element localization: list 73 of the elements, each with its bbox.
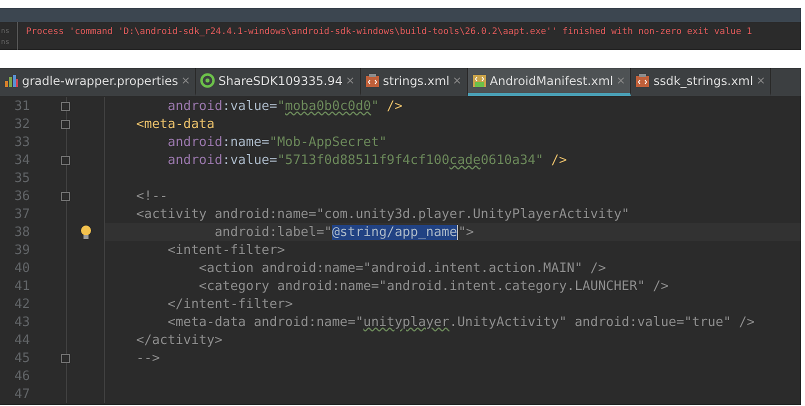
- code-text: android: [166, 152, 222, 168]
- line-number: 42: [13, 296, 30, 312]
- code-text: cade: [449, 152, 481, 168]
- line-number: 41: [13, 278, 30, 294]
- code-text: ">: [458, 224, 474, 240]
- line-number: 35: [13, 170, 30, 186]
- line-number: 32: [13, 116, 30, 132]
- selected-text: @string/app_name: [332, 224, 458, 240]
- code-text: unityplayer: [363, 314, 450, 330]
- code-text: :value=: [222, 98, 278, 114]
- line-number: 38: [13, 224, 30, 240]
- code-text: </activity>: [135, 332, 222, 348]
- close-icon[interactable]: ×: [756, 74, 766, 87]
- code-text: -->: [135, 350, 160, 366]
- code-text: <action android:name="android.intent.action.MAIN" />: [198, 260, 606, 276]
- fold-marker-icon[interactable]: [61, 156, 70, 164]
- code-text: ": [277, 98, 286, 114]
- ring-icon: [200, 73, 216, 88]
- code-text: />: [550, 152, 567, 168]
- xml-file-icon: [364, 73, 380, 88]
- manifest-file-icon: [472, 73, 487, 88]
- code-text: android: [166, 98, 222, 114]
- line-number: 47: [13, 386, 30, 402]
- code-text: <!--: [135, 188, 168, 204]
- line-number: 37: [13, 206, 30, 222]
- editor-tab[interactable]: gradle-wrapper.properties ×: [0, 68, 196, 96]
- xml-file-icon: [635, 73, 650, 88]
- fold-marker-icon[interactable]: [61, 354, 70, 362]
- line-number: 45: [13, 350, 30, 366]
- line-number: 39: [13, 242, 30, 258]
- error-message: Process 'command 'D:\android-sdk_r24.4.1-windows\android-sdk-windows\build-tools\26.0.2\aapt.exe'' finished with non-zero exit value 1: [25, 26, 752, 39]
- line-number: 34: [13, 152, 30, 168]
- tab-label: gradle-wrapper.properties: [22, 74, 178, 88]
- editor-tab[interactable]: AndroidManifest.xml ×: [468, 68, 632, 96]
- close-icon[interactable]: ×: [452, 74, 462, 87]
- fold-marker-icon[interactable]: [61, 102, 70, 110]
- code-text: android:label=": [214, 224, 332, 240]
- lightbulb-icon[interactable]: [80, 224, 92, 240]
- code-text: :value=: [222, 152, 278, 168]
- bar-chart-icon: [4, 73, 19, 88]
- line-number: 36: [13, 188, 30, 204]
- tab-label: AndroidManifest.xml: [490, 74, 614, 88]
- close-icon[interactable]: ×: [346, 74, 355, 87]
- line-number: 40: [13, 260, 30, 276]
- fold-marker-icon[interactable]: [61, 192, 70, 200]
- line-number: 44: [13, 332, 30, 348]
- code-text: />: [386, 98, 402, 114]
- code-text: </intent-filter>: [166, 296, 293, 312]
- tab-label: ShareSDK109335.94: [218, 74, 343, 88]
- editor-tab[interactable]: strings.xml ×: [360, 68, 468, 96]
- code-text: <activity android:name="com.unity3d.player.UnityPlayerActivity": [135, 206, 630, 222]
- line-number: 43: [13, 314, 30, 330]
- code-text: .UnityActivity" android:value="true" />: [449, 314, 755, 330]
- close-icon[interactable]: ×: [181, 74, 190, 87]
- line-number: 31: [13, 98, 30, 114]
- code-text: 0610a34": [480, 152, 544, 168]
- tab-label: ssdk_strings.xml: [653, 74, 754, 88]
- code-text: :name=: [222, 134, 270, 150]
- code-text: <category android:name="android.intent.category.LAUNCHER" />: [198, 278, 669, 294]
- code-text: android: [166, 134, 222, 150]
- fold-marker-icon[interactable]: [61, 120, 70, 128]
- code-text: "5713f0d88511f9f4cf100: [277, 152, 450, 168]
- code-text: <meta-data android:name=": [166, 314, 364, 330]
- line-number: 33: [13, 134, 30, 150]
- editor-tab[interactable]: ssdk_strings.xml ×: [631, 68, 772, 96]
- editor-tab[interactable]: ShareSDK109335.94 ×: [196, 68, 361, 96]
- tab-label: strings.xml: [382, 74, 450, 88]
- code-text: "Mob-AppSecret": [269, 134, 387, 150]
- line-number: 46: [13, 368, 30, 384]
- code-text: <intent-filter>: [166, 242, 286, 258]
- code-text: ": [371, 98, 379, 114]
- code-text: moba0b0c0d0: [285, 98, 372, 114]
- code-text: <meta-data: [135, 116, 215, 132]
